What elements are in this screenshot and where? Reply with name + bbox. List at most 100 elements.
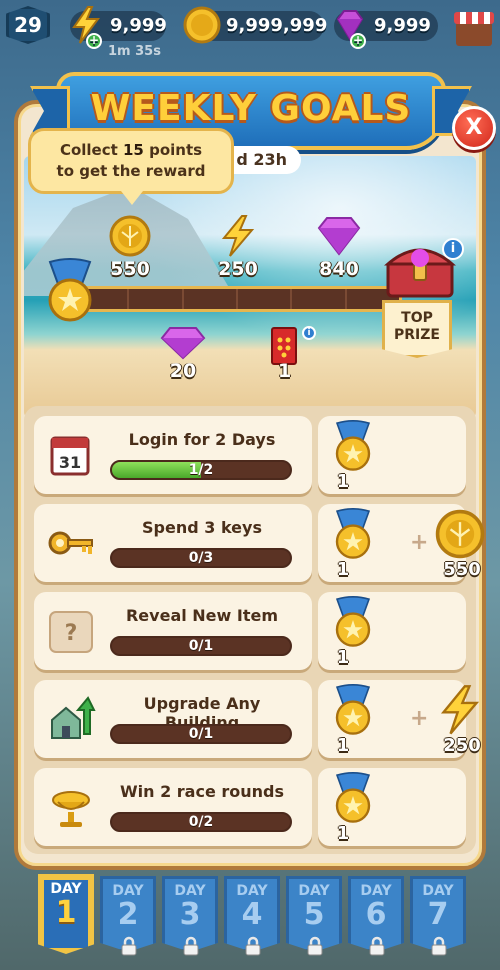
reward-energy: 250: [434, 684, 490, 756]
reward-coin: 550: [434, 508, 490, 580]
reward-medal: 1: [326, 772, 380, 844]
top-prize-info-icon[interactable]: i: [442, 238, 464, 260]
milestone-card-reward[interactable]: 1: [264, 326, 304, 382]
milestone-amount: 250: [218, 258, 258, 280]
lock-icon: [245, 936, 261, 956]
lightning-icon: [221, 215, 255, 257]
reward-medal: 1: [326, 508, 380, 580]
milestone-gem-reward[interactable]: 840: [312, 214, 366, 280]
day-number: 5: [303, 897, 325, 932]
tooltip-line-2: to get the reward: [56, 162, 206, 180]
lock-icon: [121, 936, 137, 956]
task-row[interactable]: ? Reveal New Item 0/1 1: [34, 592, 466, 670]
task-rewards: 1 + 550: [318, 504, 485, 582]
milestone-amount: 1: [278, 360, 292, 382]
coin-icon: [435, 509, 485, 559]
day-number: 4: [241, 897, 263, 932]
milestone-amount: 840: [319, 258, 359, 280]
lock-icon: [431, 936, 447, 956]
coin-icon: [183, 6, 221, 44]
lock-icon: [307, 936, 323, 956]
milestone-amount: 550: [110, 258, 150, 280]
medal-icon: [335, 420, 371, 471]
task-rewards: 1 + 250: [318, 680, 481, 758]
lock-icon: [183, 936, 199, 956]
reward-medal: 1: [326, 420, 380, 492]
task-progress-bar: 0/1: [110, 636, 292, 656]
top-prize-line-1: TOP: [401, 310, 433, 326]
reward-amount: 1: [336, 823, 350, 844]
milestone-amount: 20: [169, 360, 197, 382]
task-info: Upgrade Any Building 0/1: [34, 680, 312, 758]
coin-icon: [109, 215, 151, 257]
task-progress-bar: 1/2: [110, 460, 292, 480]
milestone-gem-reward-small[interactable]: 20: [156, 326, 210, 382]
task-info: ? Reveal New Item 0/1: [34, 592, 312, 670]
tooltip-mid: points: [143, 141, 203, 159]
calendar-icon: 31: [50, 436, 90, 476]
medal-icon: [335, 596, 371, 647]
progress-text: 0/1: [188, 726, 214, 742]
mystery-item-icon: ?: [49, 611, 93, 653]
dialog-title: WEEKLY GOALS: [90, 88, 412, 129]
coin-counter[interactable]: 9,999,999: [183, 6, 327, 44]
trophy-lamp-icon: [52, 791, 90, 827]
task-title: Reveal New Item: [125, 606, 279, 625]
task-row[interactable]: Upgrade Any Building 0/1 1 + 250: [34, 680, 481, 758]
task-info: 31 Login for 2 Days 1/2: [34, 416, 312, 494]
energy-counter[interactable]: + 9,999: [70, 6, 167, 49]
day-number: 7: [427, 897, 449, 932]
task-rewards: 1: [318, 768, 466, 846]
reward-amount: 1: [336, 559, 350, 580]
task-progress-bar: 0/2: [110, 812, 292, 832]
task-rewards: 1: [318, 416, 466, 494]
task-info: Win 2 race rounds 0/2: [34, 768, 312, 846]
tooltip-line-1: Collect 15 points: [31, 140, 231, 161]
svg-text:?: ?: [65, 621, 78, 646]
task-title: Win 2 race rounds: [119, 782, 285, 801]
plus-icon: +: [410, 706, 429, 731]
points-tooltip: Collect 15 points to get the reward: [28, 128, 234, 194]
lightning-icon: [440, 685, 480, 735]
day-tabs: DAY 1 DAY 2 DAY 3 DAY 4 DAY 5 DAY 6 DAY …: [38, 874, 498, 970]
day-number: 2: [117, 897, 139, 932]
milestone-coin-reward[interactable]: 550: [104, 214, 156, 280]
add-gems-plus-icon[interactable]: +: [350, 33, 366, 49]
upgrade-building-icon: [51, 696, 96, 739]
progress-text: 0/1: [188, 638, 214, 654]
task-progress-bar: 0/1: [110, 724, 292, 744]
reward-medal: 1: [326, 596, 380, 668]
day-number: 3: [179, 897, 201, 932]
top-prize-label: TOP PRIZE: [382, 300, 452, 358]
task-row[interactable]: Win 2 race rounds 0/2 1: [34, 768, 466, 846]
day-tab-1[interactable]: DAY 1: [38, 874, 94, 954]
progress-text: 0/2: [188, 814, 214, 830]
card-info-icon[interactable]: i: [302, 326, 316, 340]
resource-bar: 29 + 9,999 9,999,999 + 9,999 1m 35s: [0, 0, 500, 59]
task-row[interactable]: Spend 3 keys 0/3 1 + 550: [34, 504, 485, 582]
task-progress-bar: 0/3: [110, 548, 292, 568]
task-row[interactable]: 31 Login for 2 Days 1/2 1: [34, 416, 466, 494]
reward-medal: 1: [326, 684, 380, 756]
close-button[interactable]: X: [452, 106, 496, 150]
day-number: 1: [55, 895, 77, 930]
progress-text: 1/2: [188, 462, 214, 478]
day-number: 6: [365, 897, 387, 932]
milestone-energy-reward[interactable]: 250: [212, 214, 264, 280]
reward-amount: 1: [336, 647, 350, 668]
reward-amount: 550: [443, 559, 481, 580]
medal-icon: [335, 772, 371, 823]
player-level-badge[interactable]: 29: [6, 6, 50, 44]
svg-text:31: 31: [59, 453, 81, 472]
medal-icon: [335, 508, 371, 559]
gem-icon: [317, 217, 361, 256]
medal-icon: [335, 684, 371, 735]
progress-text: 0/3: [188, 550, 214, 566]
task-rewards: 1: [318, 592, 466, 670]
tooltip-points: 15: [123, 141, 144, 159]
gem-amount: 9,999: [374, 15, 431, 36]
add-energy-plus-icon[interactable]: +: [86, 33, 102, 49]
shop-icon[interactable]: [452, 4, 496, 50]
gem-counter[interactable]: + 9,999: [334, 10, 438, 49]
reward-amount: 1: [336, 735, 350, 756]
